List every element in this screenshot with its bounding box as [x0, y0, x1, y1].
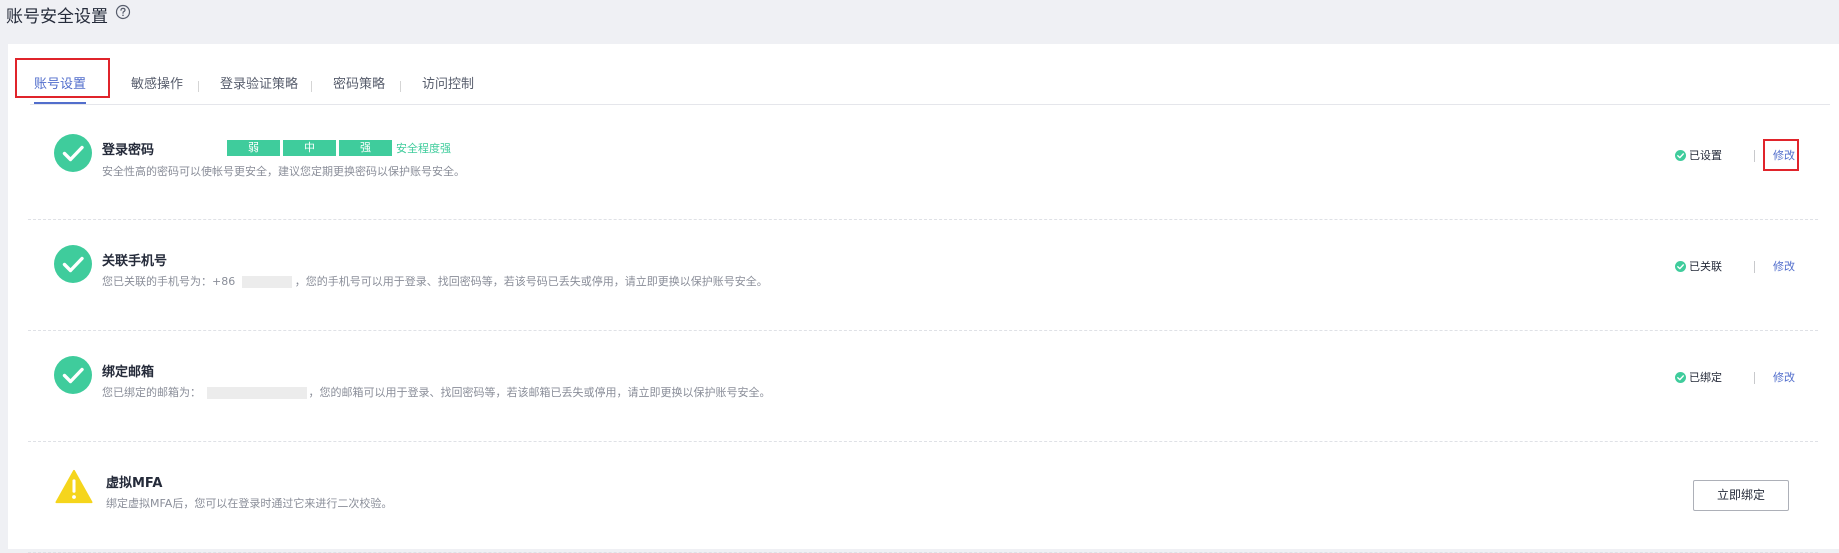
edit-email-link[interactable]: 修改	[1773, 369, 1795, 385]
action-divider	[1754, 261, 1755, 273]
status-text: 已关联	[1689, 260, 1722, 273]
row-description: 绑定虚拟MFA后，您可以在登录时通过它来进行二次校验。	[106, 497, 393, 510]
tab-bar: 账号设置 敏感操作 登录验证策略 密码策略 访问控制	[30, 68, 1830, 105]
tab-access-control[interactable]: 访问控制	[422, 68, 474, 104]
masked-phone-number	[241, 276, 292, 288]
phone-row: 关联手机号 您已关联的手机号为：+86 ，您的手机号可以用于登录、找回密码等，若…	[28, 220, 1818, 331]
row-description: 您已绑定的邮箱为： ，您的邮箱可以用于登录、找回密码等，若该邮箱已丢失或停用，请…	[102, 384, 771, 400]
row-title: 虚拟MFA	[106, 476, 163, 491]
help-icon[interactable]	[115, 4, 131, 20]
mfa-row: 虚拟MFA 绑定虚拟MFA后，您可以在登录时通过它来进行二次校验。 立即绑定	[28, 442, 1818, 553]
account-settings-panel: 账号设置 敏感操作 登录验证策略 密码策略 访问控制 登录密码 弱 中 强 安全…	[8, 44, 1839, 553]
action-divider	[1754, 150, 1755, 162]
row-title: 关联手机号	[102, 254, 168, 269]
masked-email-address	[206, 387, 307, 399]
status-badge: 已设置	[1675, 147, 1722, 163]
page-header: 账号安全设置	[0, 0, 1839, 44]
row-title: 绑定邮箱	[102, 365, 155, 380]
tab-sensitive-operations[interactable]: 敏感操作	[131, 68, 183, 104]
strength-label: 安全程度强	[396, 142, 451, 155]
password-strength-meter: 弱 中 强 安全程度强	[227, 140, 451, 156]
check-circle-icon	[54, 356, 92, 394]
tab-login-verification-policy[interactable]: 登录验证策略	[220, 68, 298, 104]
strength-segment: 强	[339, 140, 392, 156]
tab-divider	[198, 81, 199, 92]
strength-segment: 弱	[227, 140, 280, 156]
strength-segment: 中	[283, 140, 336, 156]
action-divider	[1754, 372, 1755, 384]
check-circle-icon	[1675, 371, 1686, 383]
check-circle-icon	[54, 134, 92, 172]
status-text: 已设置	[1689, 149, 1722, 162]
check-circle-icon	[1675, 149, 1686, 161]
status-text: 已绑定	[1689, 371, 1722, 384]
row-description: 安全性高的密码可以使帐号更安全，建议您定期更换密码以保护账号安全。	[102, 165, 465, 178]
check-circle-icon	[1675, 260, 1686, 272]
status-badge: 已绑定	[1675, 369, 1722, 385]
password-row: 登录密码 弱 中 强 安全程度强 安全性高的密码可以使帐号更安全，建议您定期更换…	[28, 109, 1818, 220]
status-badge: 已关联	[1675, 258, 1722, 274]
email-row: 绑定邮箱 您已绑定的邮箱为： ，您的邮箱可以用于登录、找回密码等，若该邮箱已丢失…	[28, 331, 1818, 442]
tab-divider	[400, 81, 401, 92]
check-circle-icon	[54, 245, 92, 283]
tab-divider	[311, 81, 312, 92]
page-title: 账号安全设置	[6, 7, 108, 27]
description-prefix: 您已绑定的邮箱为：	[102, 386, 201, 399]
description-prefix: 您已关联的手机号为：+86	[102, 275, 236, 288]
description-suffix: ，您的邮箱可以用于登录、找回密码等，若该邮箱已丢失或停用，请立即更换以保护账号安…	[308, 386, 771, 399]
description-suffix: ，您的手机号可以用于登录、找回密码等，若该号码已丢失或停用，请立即更换以保护账号…	[294, 275, 768, 288]
warning-triangle-icon	[55, 469, 93, 504]
edit-phone-link[interactable]: 修改	[1773, 258, 1795, 274]
tab-highlight-box	[15, 58, 110, 98]
row-description: 您已关联的手机号为：+86 ，您的手机号可以用于登录、找回密码等，若该号码已丢失…	[102, 273, 768, 289]
bind-mfa-button[interactable]: 立即绑定	[1693, 480, 1789, 511]
tab-password-policy[interactable]: 密码策略	[333, 68, 385, 104]
edit-highlight-box	[1763, 139, 1799, 171]
row-title: 登录密码	[102, 143, 155, 158]
